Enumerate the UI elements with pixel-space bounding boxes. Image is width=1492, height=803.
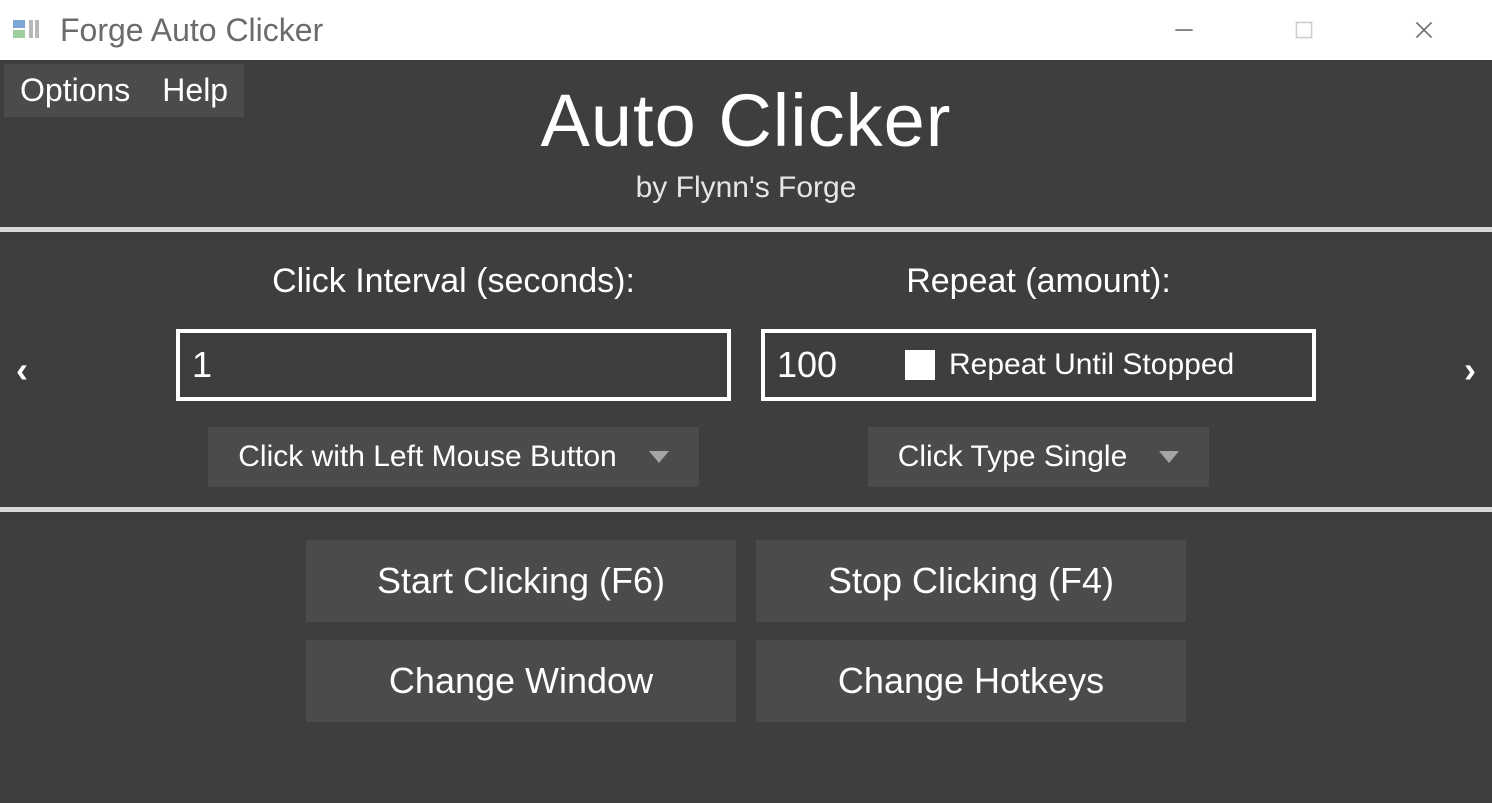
menu-help[interactable]: Help	[146, 64, 244, 117]
window-controls	[1124, 0, 1484, 60]
carousel-prev-button[interactable]: ‹	[0, 349, 44, 391]
buttons-section: Start Clicking (F6) Stop Clicking (F4) C…	[0, 512, 1492, 722]
chevron-down-icon	[649, 451, 669, 463]
settings-section: ‹ › Click Interval (seconds): Click with…	[0, 232, 1492, 512]
repeat-amount-input[interactable]	[765, 333, 905, 397]
carousel-next-button[interactable]: ›	[1448, 349, 1492, 391]
click-type-dropdown[interactable]: Click Type Single	[868, 427, 1210, 487]
change-window-button[interactable]: Change Window	[306, 640, 736, 722]
repeat-amount-label: Repeat (amount):	[761, 262, 1316, 301]
menu-options[interactable]: Options	[4, 64, 146, 117]
mouse-button-dropdown-label: Click with Left Mouse Button	[238, 440, 617, 474]
repeat-until-stopped-label: Repeat Until Stopped	[949, 348, 1234, 382]
stop-clicking-button[interactable]: Stop Clicking (F4)	[756, 540, 1186, 622]
click-interval-input-box[interactable]	[176, 329, 731, 401]
change-hotkeys-button[interactable]: Change Hotkeys	[756, 640, 1186, 722]
chevron-down-icon	[1159, 451, 1179, 463]
header-section: Options Help Auto Clicker by Flynn's For…	[0, 60, 1492, 232]
click-interval-label: Click Interval (seconds):	[176, 262, 731, 301]
minimize-button[interactable]	[1124, 0, 1244, 60]
mouse-button-dropdown[interactable]: Click with Left Mouse Button	[208, 427, 699, 487]
repeat-amount-input-box[interactable]: Repeat Until Stopped	[761, 329, 1316, 401]
close-button[interactable]	[1364, 0, 1484, 60]
window-title: Forge Auto Clicker	[60, 12, 323, 49]
window-titlebar: Forge Auto Clicker	[0, 0, 1492, 60]
start-clicking-button[interactable]: Start Clicking (F6)	[306, 540, 736, 622]
menubar: Options Help	[4, 64, 244, 117]
repeat-until-stopped-checkbox[interactable]	[905, 350, 935, 380]
click-type-dropdown-label: Click Type Single	[898, 440, 1128, 474]
click-interval-input[interactable]	[180, 333, 727, 397]
app-icon	[8, 11, 46, 49]
maximize-button[interactable]	[1244, 0, 1364, 60]
app-subtitle: by Flynn's Forge	[0, 171, 1492, 205]
